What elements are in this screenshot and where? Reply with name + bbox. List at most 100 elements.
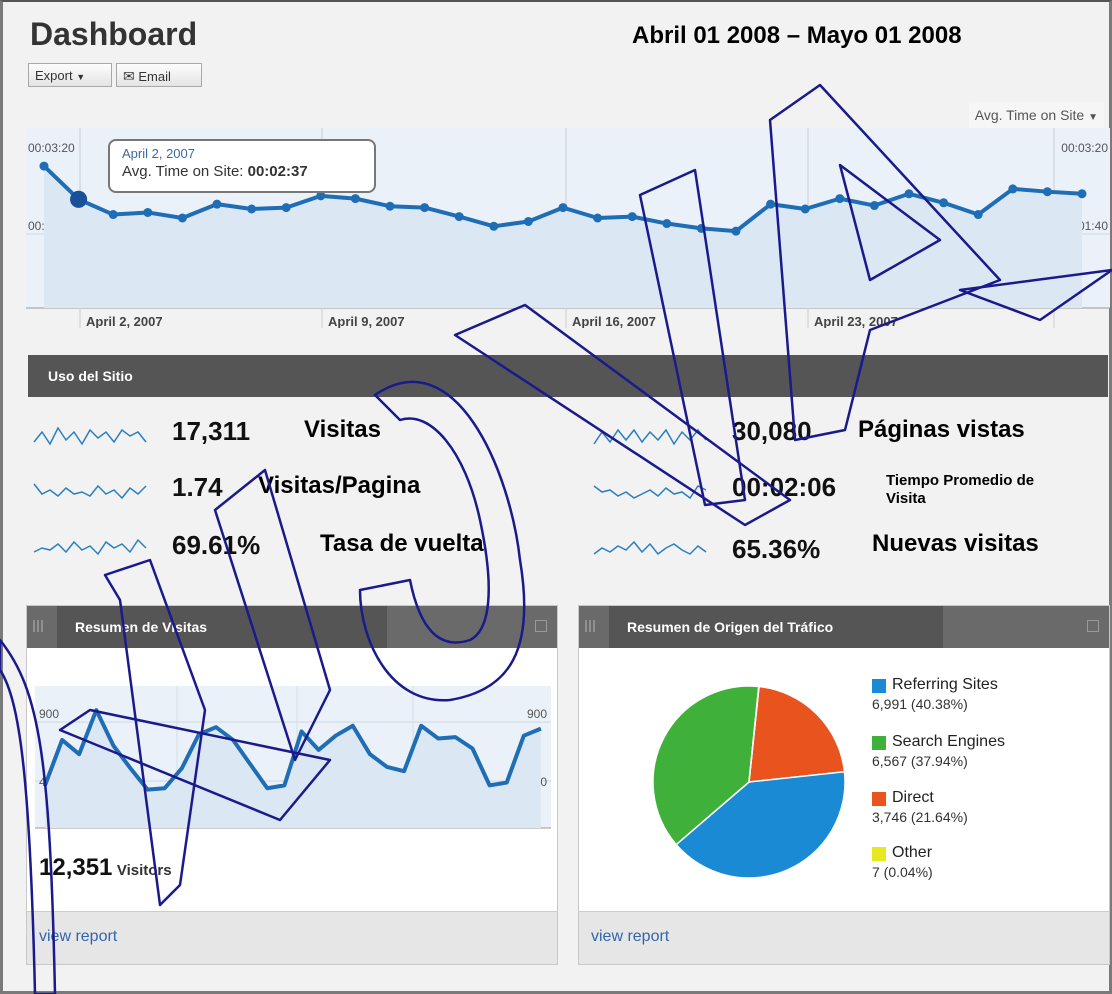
close-icon[interactable] (1087, 620, 1099, 632)
data-point[interactable] (696, 223, 706, 233)
visits-overview-panel: Resumen de Visitas 900 900 450 450 12,35… (26, 605, 558, 965)
data-point[interactable] (627, 212, 637, 222)
panel-title: Resumen de Visitas (57, 606, 387, 648)
panel-footer: view report (27, 911, 557, 964)
date-range[interactable]: Abril 01 2008 – Mayo 01 2008 (632, 22, 962, 50)
data-point[interactable] (108, 210, 118, 220)
stat-value: 69.61% (172, 530, 261, 560)
email-button[interactable]: ✉ Email (116, 63, 202, 87)
panel-header[interactable]: Resumen de Visitas (27, 606, 557, 648)
panel-header[interactable]: Resumen de Origen del Tráfico (579, 606, 1109, 648)
data-point[interactable] (973, 210, 983, 220)
page-title: Dashboard (30, 16, 198, 52)
legend-value: 6,567 (37.94%) (872, 753, 968, 769)
data-point[interactable] (420, 203, 430, 213)
data-point[interactable] (558, 203, 568, 213)
data-point[interactable] (662, 219, 672, 229)
legend-swatch (872, 679, 886, 693)
stat-label: Nuevas visitas (872, 530, 1039, 557)
legend-name: Search Engines (892, 733, 1005, 750)
stat-label: Tasa de vuelta (320, 530, 484, 557)
stat-value: 17,311 (172, 416, 251, 446)
data-point[interactable] (281, 203, 291, 213)
data-point[interactable] (593, 213, 603, 223)
data-point[interactable] (869, 201, 879, 211)
data-point[interactable] (766, 199, 776, 209)
visitors-label: Visitors (116, 862, 172, 879)
site-usage-header: Uso del Sitio (28, 355, 1108, 397)
stat-label: Visitas (304, 416, 381, 443)
data-point[interactable] (835, 194, 845, 204)
data-point[interactable] (212, 199, 222, 209)
data-point[interactable] (39, 161, 49, 171)
export-button[interactable]: Export ▼ (28, 63, 112, 87)
stat-value: 1.74 (172, 472, 223, 502)
chevron-down-icon: ▼ (76, 72, 86, 82)
visitors-count: 12,351 (39, 854, 113, 881)
legend-swatch (872, 792, 886, 806)
metric-select-label: Avg. Time on Site (974, 107, 1085, 123)
y-label-top-left: 900 (39, 707, 59, 721)
pie-slice-direct[interactable] (748, 685, 846, 783)
data-point[interactable] (939, 198, 949, 208)
data-point[interactable] (143, 207, 153, 217)
stat-label: Páginas vistas (858, 416, 1025, 443)
visitors-chart[interactable]: 900 900 450 450 (35, 686, 551, 836)
legend-value: 3,746 (21.64%) (872, 809, 968, 825)
data-point[interactable] (489, 221, 499, 231)
sparkline-icon (593, 485, 707, 500)
x-label: April 23, 2007 (814, 314, 898, 328)
chevron-down-icon: ▼ (1088, 112, 1098, 123)
tooltip-label: Avg. Time on Site: (122, 163, 244, 180)
data-point[interactable] (1042, 187, 1052, 197)
x-label: April 9, 2007 (328, 314, 405, 328)
data-point[interactable] (70, 190, 88, 208)
legend-swatch (872, 847, 886, 861)
drag-handle-icon[interactable] (585, 620, 595, 632)
y-label-top-right: 900 (527, 707, 547, 721)
view-report-link[interactable]: view report (591, 928, 669, 946)
data-point[interactable] (454, 212, 464, 222)
legend-name: Direct (892, 789, 934, 806)
data-point[interactable] (247, 204, 257, 214)
data-point[interactable] (385, 201, 395, 211)
tooltip-text: Avg. Time on Site: 00:02:37 (122, 163, 362, 180)
legend-swatch (872, 736, 886, 750)
data-point[interactable] (523, 216, 533, 226)
sparkline-icon (33, 426, 147, 446)
close-icon[interactable] (535, 620, 547, 632)
traffic-sources-panel: Resumen de Origen del Tráfico view repor… (578, 605, 1110, 965)
traffic-pie-chart[interactable] (649, 682, 849, 882)
legend-name: Other (892, 844, 933, 861)
data-point[interactable] (904, 189, 914, 199)
panel-footer: view report (579, 911, 1109, 964)
envelope-icon: ✉ (123, 68, 135, 84)
visitors-total: 12,351 Visitors (39, 854, 172, 882)
tooltip-date: April 2, 2007 (122, 146, 195, 161)
y-label-top-left: 00:03:20 (28, 141, 75, 155)
data-point[interactable] (350, 194, 360, 204)
data-point[interactable] (1008, 184, 1018, 194)
sparkline-icon (33, 538, 147, 556)
view-report-link[interactable]: view report (39, 928, 117, 946)
legend-name: Referring Sites (892, 676, 998, 693)
stat-value: 65.36% (732, 534, 821, 564)
data-point[interactable] (1077, 189, 1087, 199)
sparkline-icon (33, 483, 147, 500)
stat-label: Tiempo Promedio de Visita (886, 472, 1035, 507)
data-point[interactable] (177, 213, 187, 223)
legend-value: 7 (0.04%) (872, 864, 933, 880)
tooltip-value: 00:02:37 (247, 163, 308, 180)
drag-handle-icon[interactable] (33, 620, 43, 632)
sparkline-icon (593, 428, 707, 446)
data-point[interactable] (800, 204, 810, 214)
x-label: April 16, 2007 (572, 314, 656, 328)
panel-title: Resumen de Origen del Tráfico (609, 606, 943, 648)
data-point[interactable] (731, 226, 741, 236)
export-label: Export (35, 68, 73, 83)
y-label-top-right: 00:03:20 (1061, 141, 1108, 155)
legend-value: 6,991 (40.38%) (872, 696, 968, 712)
metric-select[interactable]: Avg. Time on Site ▼ (968, 102, 1104, 128)
x-label: April 2, 2007 (86, 314, 163, 328)
chart-tooltip: April 2, 2007 Avg. Time on Site: 00:02:3… (108, 139, 376, 193)
